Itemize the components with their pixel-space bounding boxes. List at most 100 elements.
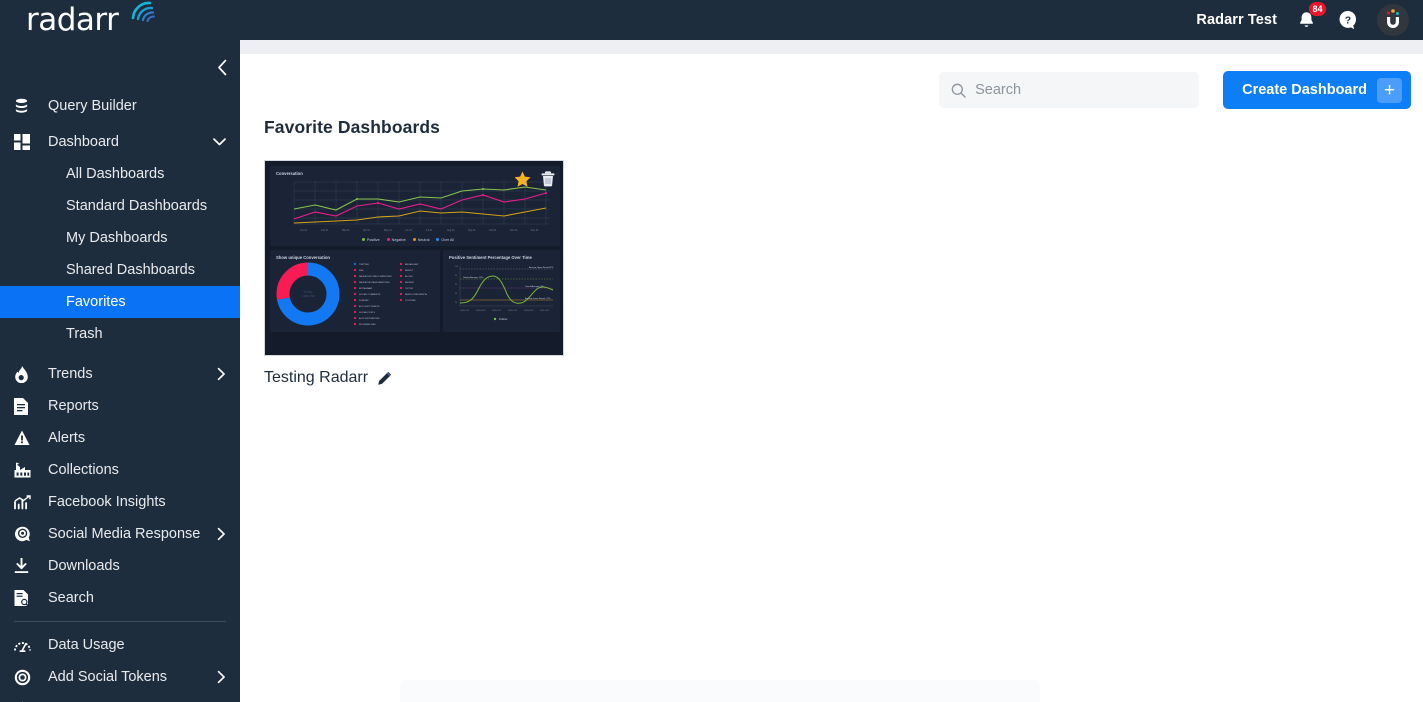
svg-text:REVIEW: REVIEW xyxy=(405,282,415,284)
pencil-icon xyxy=(378,371,392,385)
svg-text:2024-05-01: 2024-05-01 xyxy=(492,310,501,312)
svg-text:TWITTER: TWITTER xyxy=(359,264,369,266)
sidebar-item-standard-dashboards[interactable]: Standard Dashboards xyxy=(0,190,240,222)
sidebar-item-trends[interactable]: Trends xyxy=(0,358,240,390)
download-icon xyxy=(14,558,36,574)
sidebar-item-label: Social Media Response xyxy=(48,526,201,542)
notification-badge: 84 xyxy=(1309,2,1326,16)
svg-text:Apr 01: Apr 01 xyxy=(363,229,371,232)
svg-text:ACCOUNT REPLIES: ACCOUNT REPLIES xyxy=(359,317,380,320)
chevron-right-icon xyxy=(217,527,226,541)
dashboard-card: Conversation Jan 01 Feb 01 Mar 01 Apr 01… xyxy=(264,160,564,387)
donut-legend-list: TWITTER RSS FACEBOOK PUBLIC MENTIONS FAC… xyxy=(353,262,427,326)
sidebar: Query Builder Dashboard All Dashboards S… xyxy=(0,40,240,702)
file-search-icon xyxy=(14,589,36,607)
sidebar-item-settings[interactable]: Settings xyxy=(0,693,240,702)
target-icon xyxy=(14,669,36,686)
help-button[interactable]: ? xyxy=(1335,7,1361,33)
sidebar-item-label: Dashboard xyxy=(48,134,119,150)
sidebar-item-search[interactable]: Search xyxy=(0,582,240,614)
notifications-button[interactable]: 84 xyxy=(1293,2,1326,33)
thumbnail-actions xyxy=(514,171,555,188)
sidebar-item-social-media-response[interactable]: Social Media Response xyxy=(0,518,240,550)
chevron-right-icon xyxy=(217,670,226,684)
thumbnail-panel-title: Conversation xyxy=(276,171,303,176)
sidebar-subitem-label: Trash xyxy=(66,326,103,342)
document-icon xyxy=(14,397,36,415)
search-input[interactable] xyxy=(975,82,1188,98)
dashboard-name: Testing Radarr xyxy=(264,369,369,386)
sidebar-item-alerts[interactable]: Alerts xyxy=(0,422,240,454)
flame-icon xyxy=(14,365,36,383)
svg-text:NEWS SYNDICATION: NEWS SYNDICATION xyxy=(405,293,427,296)
svg-text:SOCIAL POSTS: SOCIAL POSTS xyxy=(359,311,376,314)
sidebar-item-dashboard[interactable]: Dashboard xyxy=(0,126,240,158)
dashboard-thumbnail[interactable]: Conversation Jan 01 Feb 01 Mar 01 Apr 01… xyxy=(264,160,564,356)
header-actions: Radarr Test 84 ? xyxy=(1196,0,1423,40)
alert-triangle-icon xyxy=(14,430,36,446)
sidebar-item-label: Data Usage xyxy=(48,637,125,653)
favorite-star-button[interactable] xyxy=(514,171,531,188)
create-dashboard-button[interactable]: Create Dashboard + xyxy=(1223,71,1411,109)
avatar[interactable] xyxy=(1377,4,1409,36)
database-icon xyxy=(14,98,36,115)
svg-text:FORUMS: FORUMS xyxy=(359,300,369,302)
create-dashboard-label: Create Dashboard xyxy=(1242,82,1367,98)
svg-text:Oct 01: Oct 01 xyxy=(489,229,497,232)
svg-text:May 01: May 01 xyxy=(384,229,393,232)
sidebar-item-label: Collections xyxy=(48,462,119,478)
star-filled-icon xyxy=(514,171,531,187)
sidebar-divider xyxy=(14,621,226,622)
sidebar-item-query-builder[interactable]: Query Builder xyxy=(0,90,240,122)
dashboard-card-footer: Testing Radarr xyxy=(264,369,564,387)
svg-text:TIKTOK: TIKTOK xyxy=(405,288,413,290)
svg-text:SOCIAL COMMENTS: SOCIAL COMMENTS xyxy=(359,293,381,296)
svg-text:80: 80 xyxy=(455,275,457,277)
svg-text:Today's Average : 63%: Today's Average : 63% xyxy=(463,276,483,279)
sidebar-item-downloads[interactable]: Downloads xyxy=(0,550,240,582)
chevron-right-icon xyxy=(217,367,226,381)
svg-text:40: 40 xyxy=(455,293,457,295)
svg-text:Positive: Positive xyxy=(499,318,508,321)
sidebar-item-my-dashboards[interactable]: My Dashboards xyxy=(0,222,240,254)
edit-dashboard-name-button[interactable] xyxy=(377,371,392,386)
svg-text:Jun 01: Jun 01 xyxy=(405,229,413,232)
donut-chart: TOTAL 1,254,790 xyxy=(276,262,340,326)
sidebar-collapse-button[interactable] xyxy=(210,55,234,79)
sidebar-subitem-label: Favorites xyxy=(66,294,126,310)
sidebar-nav: Query Builder Dashboard All Dashboards S… xyxy=(0,40,240,702)
svg-text:REDDIT: REDDIT xyxy=(405,270,414,272)
svg-text:Mar 01: Mar 01 xyxy=(342,229,350,232)
user-avatar xyxy=(1377,4,1409,36)
sidebar-item-label: Add Social Tokens xyxy=(48,669,168,685)
sidebar-submenu-dashboard: All Dashboards Standard Dashboards My Da… xyxy=(0,158,240,350)
search-box[interactable] xyxy=(939,72,1200,108)
svg-text:Sep 01: Sep 01 xyxy=(468,229,476,232)
svg-text:Feb 01: Feb 01 xyxy=(321,229,329,232)
sidebar-item-add-social-tokens[interactable]: Add Social Tokens xyxy=(0,661,240,693)
legend-item-positive: Positive xyxy=(362,238,380,242)
page-title: Favorite Dashboards xyxy=(264,117,440,137)
svg-text:Jan 01: Jan 01 xyxy=(300,229,308,232)
sidebar-item-data-usage[interactable]: Data Usage xyxy=(0,629,240,661)
svg-text:RSS: RSS xyxy=(359,270,364,272)
sidebar-item-trash[interactable]: Trash xyxy=(0,318,240,350)
svg-text:1,254,790: 1,254,790 xyxy=(301,294,315,298)
chevron-left-icon xyxy=(217,59,226,75)
legend-item-overall: Over All xyxy=(436,238,454,242)
app-logo[interactable]: radarr xyxy=(0,0,240,40)
sidebar-item-favorites[interactable]: Favorites xyxy=(0,286,240,318)
sidebar-item-shared-dashboards[interactable]: Shared Dashboards xyxy=(0,254,240,286)
svg-text:Dec 01: Dec 01 xyxy=(531,229,539,232)
sidebar-item-reports[interactable]: Reports xyxy=(0,390,240,422)
svg-text:BROADCAST: BROADCAST xyxy=(405,263,419,266)
thumbnail-panel-title: Show unique Conversation xyxy=(276,255,330,260)
user-name-label: Radarr Test xyxy=(1196,12,1277,28)
sidebar-item-facebook-insights[interactable]: Facebook Insights xyxy=(0,486,240,518)
content-top-strip xyxy=(240,40,1423,54)
sidebar-item-collections[interactable]: Collections xyxy=(0,454,240,486)
svg-text:INSTAGRAM: INSTAGRAM xyxy=(359,287,372,290)
sidebar-item-all-dashboards[interactable]: All Dashboards xyxy=(0,158,240,190)
sidebar-subitem-label: My Dashboards xyxy=(66,230,168,246)
delete-dashboard-button[interactable] xyxy=(541,171,555,188)
